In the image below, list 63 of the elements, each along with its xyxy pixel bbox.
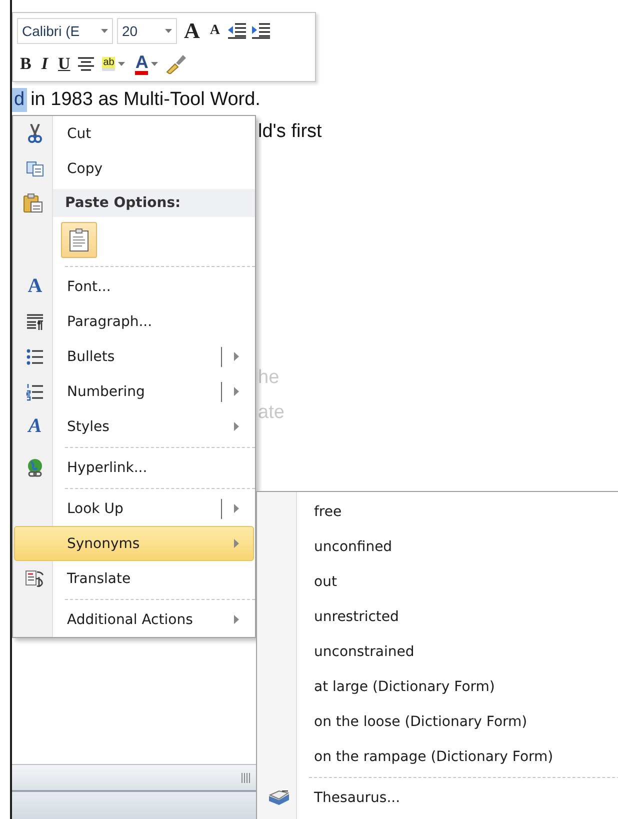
clipboard-page-icon: [69, 228, 89, 252]
menu-item[interactable]: A Font...: [14, 269, 254, 304]
bold-button[interactable]: B: [17, 50, 34, 76]
menu-item[interactable]: Bullets: [14, 339, 254, 374]
decrease-indent-icon[interactable]: [227, 22, 248, 38]
numbering-icon: [26, 382, 44, 400]
submenu-arrow-icon: [234, 539, 239, 548]
bullets-icon: [26, 348, 44, 366]
caret-icon: [151, 62, 158, 66]
paragraph-icon: [26, 314, 44, 330]
font-name-field[interactable]: Calibri (E: [17, 18, 113, 44]
grow-font-button[interactable]: A: [181, 18, 203, 44]
selected-text: d: [12, 88, 27, 112]
horizontal-scrollbar[interactable]: [12, 764, 256, 790]
shrink-font-button[interactable]: A: [206, 18, 224, 44]
font-letter-icon: A: [28, 275, 42, 298]
font-letter-icon: A: [28, 415, 42, 438]
caret-icon: [165, 28, 172, 32]
menu-item[interactable]: Hyperlink...: [14, 450, 254, 485]
copy-icon: [26, 160, 44, 176]
caret-icon: [118, 62, 126, 66]
translate-icon: [25, 568, 45, 588]
menu-item[interactable]: Synonyms: [14, 526, 254, 561]
menu-item[interactable]: A Styles: [14, 409, 254, 444]
submenu-arrow-icon: [234, 352, 239, 361]
submenu-arrow-icon: [234, 504, 239, 513]
underline-button[interactable]: U: [54, 50, 74, 76]
submenu-arrow-icon: [234, 615, 239, 624]
font-color-button[interactable]: A: [132, 50, 162, 76]
menu-item[interactable]: out: [258, 564, 618, 599]
menu-item[interactable]: Copy: [14, 151, 254, 186]
menu-item[interactable]: Cut: [14, 116, 254, 151]
menu-item[interactable]: Thesaurus...: [258, 780, 618, 815]
menu-item[interactable]: at large (Dictionary Form): [258, 669, 618, 704]
scroll-grip-icon: [241, 772, 250, 782]
submenu-arrow-icon: [234, 422, 239, 431]
italic-button[interactable]: I: [38, 50, 51, 76]
menu-item[interactable]: on the rampage (Dictionary Form): [258, 739, 618, 774]
menu-item[interactable]: unconfined: [258, 529, 618, 564]
menu-item[interactable]: Look Up: [14, 491, 254, 526]
menu-heading: Paste Options:: [53, 189, 255, 217]
menu-item[interactable]: unconstrained: [258, 634, 618, 669]
font-size-field[interactable]: 20: [117, 18, 177, 44]
document-text: ld's first: [258, 120, 322, 144]
menu-item[interactable]: Paragraph...: [14, 304, 254, 339]
menu-item[interactable]: on the loose (Dictionary Form): [258, 704, 618, 739]
menu-item[interactable]: free: [258, 494, 618, 529]
document-text: in 1983 as Multi-Tool Word.: [30, 88, 260, 112]
book-icon: [268, 790, 290, 806]
menu-item[interactable]: Additional Actions: [14, 602, 254, 637]
clipboard-icon: [23, 193, 43, 213]
menu-item[interactable]: Numbering: [14, 374, 254, 409]
increase-indent-icon[interactable]: [251, 22, 272, 38]
center-align-icon[interactable]: [77, 56, 96, 70]
menu-item[interactable]: unrestricted: [258, 599, 618, 634]
menu-item[interactable]: Translate: [14, 561, 254, 596]
highlight-button[interactable]: ab: [99, 50, 128, 76]
paste-button[interactable]: [61, 222, 97, 258]
globe-link-icon: [25, 458, 45, 478]
scissors-icon: [28, 124, 42, 144]
submenu-arrow-icon: [234, 387, 239, 396]
brush-icon[interactable]: [165, 54, 188, 74]
caret-icon: [101, 28, 108, 32]
